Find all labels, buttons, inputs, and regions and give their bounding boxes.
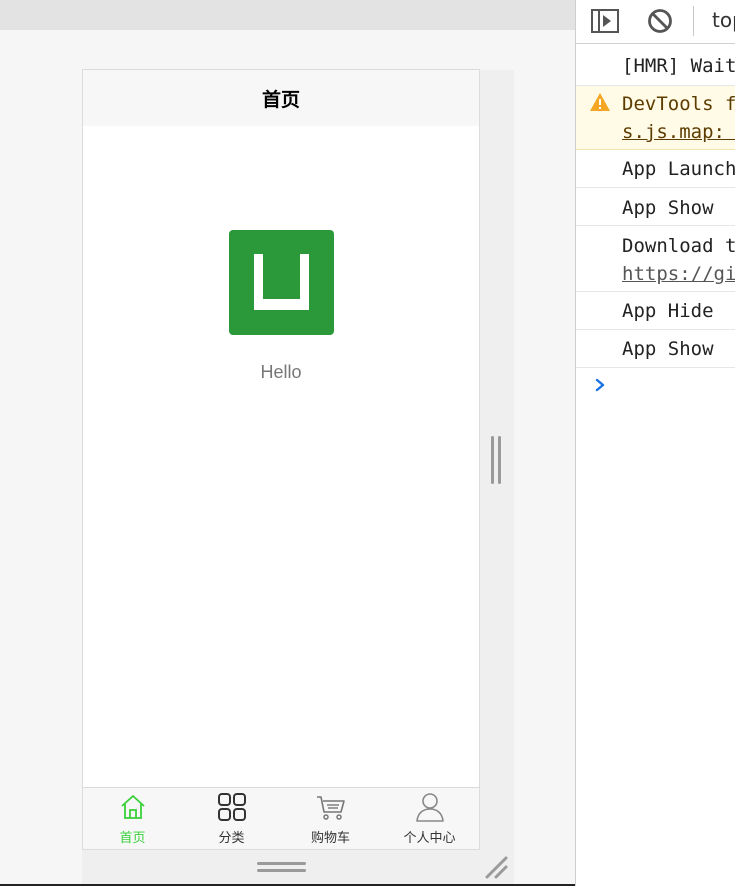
vue-devtools-link[interactable]: https://github.com/vuejs/vue-devtools (622, 263, 735, 285)
context-selector[interactable]: top (712, 8, 735, 32)
tab-profile[interactable]: 个人中心 (380, 788, 479, 849)
console-message-text: App Show (622, 197, 714, 219)
console-message: [HMR] Waiting for update signal from WDS… (576, 45, 735, 86)
user-icon (415, 793, 444, 822)
simulator-area: 首页 Hello 首页 分类 购物车 个人中心 (0, 0, 575, 886)
console-message: App Show (576, 330, 735, 368)
horizontal-resize-handle[interactable] (257, 862, 306, 874)
console-message-text: App Hide (622, 300, 714, 322)
vertical-resize-handle[interactable] (491, 436, 502, 484)
console-warning-text: DevTools failed to load source map (622, 93, 735, 115)
warning-icon (590, 93, 610, 111)
console-message: App Launch (576, 150, 735, 188)
navigation-bar: 首页 (83, 70, 479, 126)
toolbar-separator (693, 6, 694, 36)
show-sidebar-icon[interactable] (590, 8, 620, 34)
tab-category-label: 分类 (218, 831, 245, 846)
console-prompt-icon[interactable] (594, 377, 608, 393)
console-message: App Hide (576, 292, 735, 330)
clear-console-icon[interactable] (646, 7, 674, 35)
tab-cart[interactable]: 购物车 (281, 788, 380, 849)
corner-resize-icon[interactable] (484, 855, 510, 881)
tab-home[interactable]: 首页 (83, 788, 182, 849)
tab-category[interactable]: 分类 (182, 788, 281, 849)
console-message-text: [HMR] Waiting for update signal from WDS… (622, 55, 735, 77)
tab-home-label: 首页 (119, 831, 146, 846)
simulator-top-bar (0, 0, 575, 30)
tab-profile-label: 个人中心 (403, 831, 456, 846)
console-message: Download the Vue Devtools extension http… (576, 226, 735, 292)
console-warning: DevTools failed to load source map s.js.… (576, 86, 735, 150)
console-message-text: Download the Vue Devtools extension (622, 235, 735, 257)
hello-text: Hello (260, 362, 302, 382)
grid-icon (217, 793, 246, 821)
console-message: App Show (576, 188, 735, 226)
devtools-console: top [HMR] Waiting for update signal from… (575, 0, 735, 886)
home-icon (120, 795, 145, 819)
source-map-link[interactable]: s.js.map: ... (622, 121, 735, 143)
console-toolbar: top (576, 0, 735, 44)
cart-icon (316, 796, 345, 820)
tab-cart-label: 购物车 (310, 831, 350, 846)
uni-app-logo-icon (229, 230, 334, 335)
console-message-text: App Launch (622, 158, 735, 180)
phone-screen: 首页 Hello 首页 分类 购物车 个人中心 (82, 69, 480, 850)
page-title: 首页 (261, 88, 300, 111)
console-message-text: App Show (622, 338, 714, 360)
tab-bar: 首页 分类 购物车 个人中心 (83, 787, 479, 849)
